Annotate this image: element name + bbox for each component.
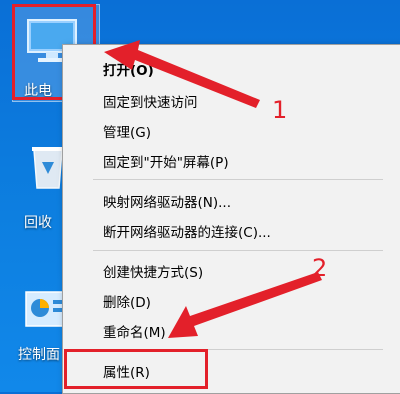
arrow-2: [168, 272, 322, 338]
desktop: 此电 回收 控制面 打开(O) 固定到快速访问 管理(G) 固定到"开始"屏幕(…: [0, 0, 400, 394]
arrow-1: [104, 40, 260, 108]
annotation-label-2: 2: [312, 254, 328, 282]
annotation-arrows: [104, 40, 322, 338]
annotation-label-1: 1: [272, 96, 288, 124]
